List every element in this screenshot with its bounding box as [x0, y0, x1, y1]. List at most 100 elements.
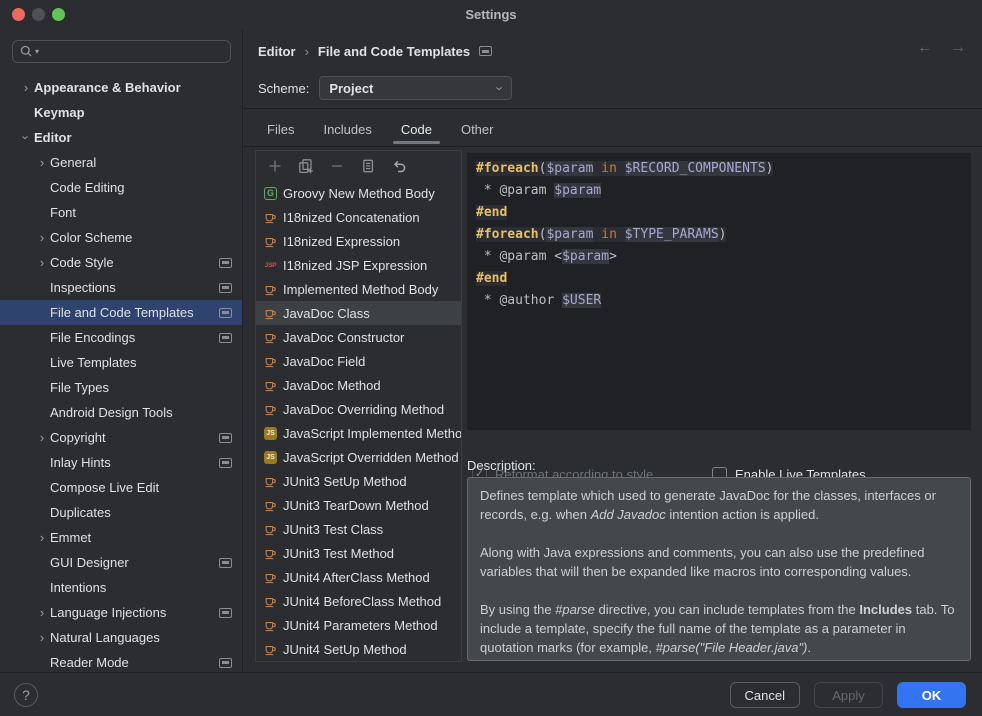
- duplicate-template-button[interactable]: [360, 158, 376, 174]
- template-item-javadoc-constructor[interactable]: JavaDoc Constructor: [256, 325, 461, 349]
- chevron-right-icon[interactable]: ›: [18, 80, 34, 95]
- template-item-label: JavaDoc Overriding Method: [283, 402, 444, 417]
- reset-template-button[interactable]: [391, 158, 407, 174]
- sidebar-item-keymap[interactable]: Keymap: [0, 100, 242, 125]
- template-item-i18nized-jsp-expression[interactable]: JSPI18nized JSP Expression: [256, 253, 461, 277]
- minimize-button[interactable]: [32, 8, 45, 21]
- add-template-button[interactable]: [267, 158, 283, 174]
- sidebar-item-language-injections[interactable]: ›Language Injections: [0, 600, 242, 625]
- sidebar-item-intentions[interactable]: Intentions: [0, 575, 242, 600]
- template-item-junit4-setup-method[interactable]: JUnit4 SetUp Method: [256, 637, 461, 661]
- help-button[interactable]: ?: [14, 683, 38, 707]
- sidebar-item-gui-designer[interactable]: GUI Designer: [0, 550, 242, 575]
- sidebar-item-compose-live-edit[interactable]: Compose Live Edit: [0, 475, 242, 500]
- template-code-editor[interactable]: #foreach($param in $RECORD_COMPONENTS) *…: [467, 153, 971, 430]
- chevron-down-icon[interactable]: ›: [19, 130, 34, 146]
- template-item-label: JavaScript Overridden Method: [283, 450, 459, 465]
- chevron-right-icon[interactable]: ›: [34, 630, 50, 645]
- sidebar-item-code-editing[interactable]: Code Editing: [0, 175, 242, 200]
- in-editor-icon: [219, 658, 232, 668]
- sidebar-item-code-style[interactable]: ›Code Style: [0, 250, 242, 275]
- sidebar-item-general[interactable]: ›General: [0, 150, 242, 175]
- code-line: #end: [476, 202, 971, 224]
- sidebar-item-inlay-hints[interactable]: Inlay Hints: [0, 450, 242, 475]
- java-template-icon: [264, 331, 277, 344]
- sidebar-item-file-types[interactable]: File Types: [0, 375, 242, 400]
- sidebar-item-label: Compose Live Edit: [50, 480, 159, 495]
- chevron-right-icon[interactable]: ›: [34, 155, 50, 170]
- tab-includes[interactable]: Includes: [321, 122, 373, 137]
- sidebar-item-label: Editor: [34, 130, 72, 145]
- in-editor-icon: [219, 558, 232, 568]
- code-line: #foreach($param in $RECORD_COMPONENTS): [476, 158, 971, 180]
- template-item-junit3-test-class[interactable]: JUnit3 Test Class: [256, 517, 461, 541]
- cancel-button[interactable]: Cancel: [730, 682, 800, 708]
- remove-template-button[interactable]: [329, 158, 345, 174]
- template-item-junit4-parameters-method[interactable]: JUnit4 Parameters Method: [256, 613, 461, 637]
- template-item-groovy-new-method-body[interactable]: GGroovy New Method Body: [256, 181, 461, 205]
- template-item-junit3-test-method[interactable]: JUnit3 Test Method: [256, 541, 461, 565]
- java-template-icon: [264, 283, 277, 296]
- copy-template-button[interactable]: [298, 158, 314, 174]
- sidebar-item-live-templates[interactable]: Live Templates: [0, 350, 242, 375]
- template-item-i18nized-expression[interactable]: I18nized Expression: [256, 229, 461, 253]
- breadcrumb-item-editor[interactable]: Editor: [258, 44, 296, 59]
- template-item-junit4-afterclass-method[interactable]: JUnit4 AfterClass Method: [256, 565, 461, 589]
- sidebar-item-natural-languages[interactable]: ›Natural Languages: [0, 625, 242, 650]
- sidebar-item-duplicates[interactable]: Duplicates: [0, 500, 242, 525]
- ok-button[interactable]: OK: [897, 682, 966, 708]
- zoom-button[interactable]: [52, 8, 65, 21]
- tab-code[interactable]: Code: [399, 122, 434, 137]
- chevron-right-icon[interactable]: ›: [34, 530, 50, 545]
- java-template-icon: [264, 379, 277, 392]
- template-item-implemented-method-body[interactable]: Implemented Method Body: [256, 277, 461, 301]
- template-item-javascript-implemented-method[interactable]: JSJavaScript Implemented Method: [256, 421, 461, 445]
- template-item-javadoc-overriding-method[interactable]: JavaDoc Overriding Method: [256, 397, 461, 421]
- back-button[interactable]: ←: [917, 39, 933, 57]
- template-item-junit3-setup-method[interactable]: JUnit3 SetUp Method: [256, 469, 461, 493]
- code-line: * @param $param: [476, 180, 971, 202]
- template-item-label: JUnit3 Test Method: [283, 546, 394, 561]
- template-item-javadoc-method[interactable]: JavaDoc Method: [256, 373, 461, 397]
- template-item-javadoc-field[interactable]: JavaDoc Field: [256, 349, 461, 373]
- sidebar-item-font[interactable]: Font: [0, 200, 242, 225]
- sidebar-item-color-scheme[interactable]: ›Color Scheme: [0, 225, 242, 250]
- forward-button[interactable]: →: [950, 39, 966, 57]
- search-options-caret-icon[interactable]: ▾: [35, 47, 39, 56]
- sidebar-item-label: Reader Mode: [50, 655, 129, 670]
- description-paragraph: Defines template which used to generate …: [480, 486, 958, 524]
- sidebar-item-android-design-tools[interactable]: Android Design Tools: [0, 400, 242, 425]
- sidebar-item-reader-mode[interactable]: Reader Mode: [0, 650, 242, 672]
- template-item-junit3-teardown-method[interactable]: JUnit3 TearDown Method: [256, 493, 461, 517]
- template-item-javascript-overridden-method[interactable]: JSJavaScript Overridden Method: [256, 445, 461, 469]
- search-input[interactable]: [40, 44, 224, 59]
- description-paragraph: Along with Java expressions and comments…: [480, 543, 958, 581]
- template-item-label: JavaDoc Method: [283, 378, 381, 393]
- tab-other[interactable]: Other: [459, 122, 496, 137]
- tab-files[interactable]: Files: [265, 122, 296, 137]
- chevron-right-icon[interactable]: ›: [34, 430, 50, 445]
- sidebar-item-label: Copyright: [50, 430, 106, 445]
- sidebar-item-editor[interactable]: ›Editor: [0, 125, 242, 150]
- template-item-label: I18nized JSP Expression: [283, 258, 427, 273]
- sidebar-item-copyright[interactable]: ›Copyright: [0, 425, 242, 450]
- sidebar-item-file-and-code-templates[interactable]: File and Code Templates: [0, 300, 242, 325]
- sidebar-item-appearance-behavior[interactable]: ›Appearance & Behavior: [0, 75, 242, 100]
- java-template-icon: [264, 643, 277, 656]
- template-item-i18nized-concatenation[interactable]: I18nized Concatenation: [256, 205, 461, 229]
- template-item-junit4-beforeclass-method[interactable]: JUnit4 BeforeClass Method: [256, 589, 461, 613]
- template-item-javadoc-class[interactable]: JavaDoc Class: [256, 301, 461, 325]
- apply-button[interactable]: Apply: [814, 682, 883, 708]
- chevron-right-icon[interactable]: ›: [34, 605, 50, 620]
- template-item-label: Groovy New Method Body: [283, 186, 435, 201]
- chevron-right-icon[interactable]: ›: [34, 230, 50, 245]
- sidebar-item-inspections[interactable]: Inspections: [0, 275, 242, 300]
- chevron-right-icon[interactable]: ›: [34, 255, 50, 270]
- title-bar: Settings: [0, 0, 982, 30]
- search-field[interactable]: ▾: [12, 40, 231, 63]
- sidebar-item-file-encodings[interactable]: File Encodings: [0, 325, 242, 350]
- code-line: #end: [476, 268, 971, 290]
- close-button[interactable]: [12, 8, 25, 21]
- scheme-select[interactable]: Project ›: [319, 76, 512, 100]
- sidebar-item-emmet[interactable]: ›Emmet: [0, 525, 242, 550]
